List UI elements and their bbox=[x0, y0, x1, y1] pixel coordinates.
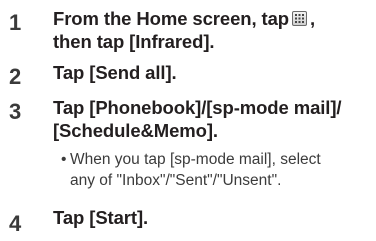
step-text-line: From the Home screen, tap, bbox=[53, 8, 315, 30]
step-text-line: [Schedule&Memo]. bbox=[53, 120, 218, 141]
step-number: 2 bbox=[9, 64, 22, 89]
step-text-punct: , bbox=[310, 8, 316, 29]
step-text-line: Tap [Phonebook]/[sp-mode mail]/ bbox=[53, 97, 342, 118]
note-line: any of "Inbox"/"Sent"/"Unsent". bbox=[70, 172, 282, 189]
step-text-line: Tap [Send all]. bbox=[53, 62, 177, 83]
step-note: • When you tap [sp-mode mail], select any… bbox=[61, 149, 321, 191]
step-text-line: Tap [Start]. bbox=[53, 207, 149, 228]
note-line: • When you tap [sp-mode mail], select bbox=[61, 149, 321, 170]
apps-grid-icon bbox=[292, 11, 308, 26]
step-number: 3 bbox=[9, 99, 22, 124]
step-number: 4 bbox=[9, 211, 22, 236]
step-text-line: then tap [Infrared]. bbox=[53, 31, 215, 52]
bullet: • bbox=[61, 151, 67, 168]
step-text: From the Home screen, tap bbox=[53, 8, 290, 29]
note-text: When you tap [sp-mode mail], select bbox=[70, 151, 321, 168]
step-number: 1 bbox=[9, 10, 22, 35]
